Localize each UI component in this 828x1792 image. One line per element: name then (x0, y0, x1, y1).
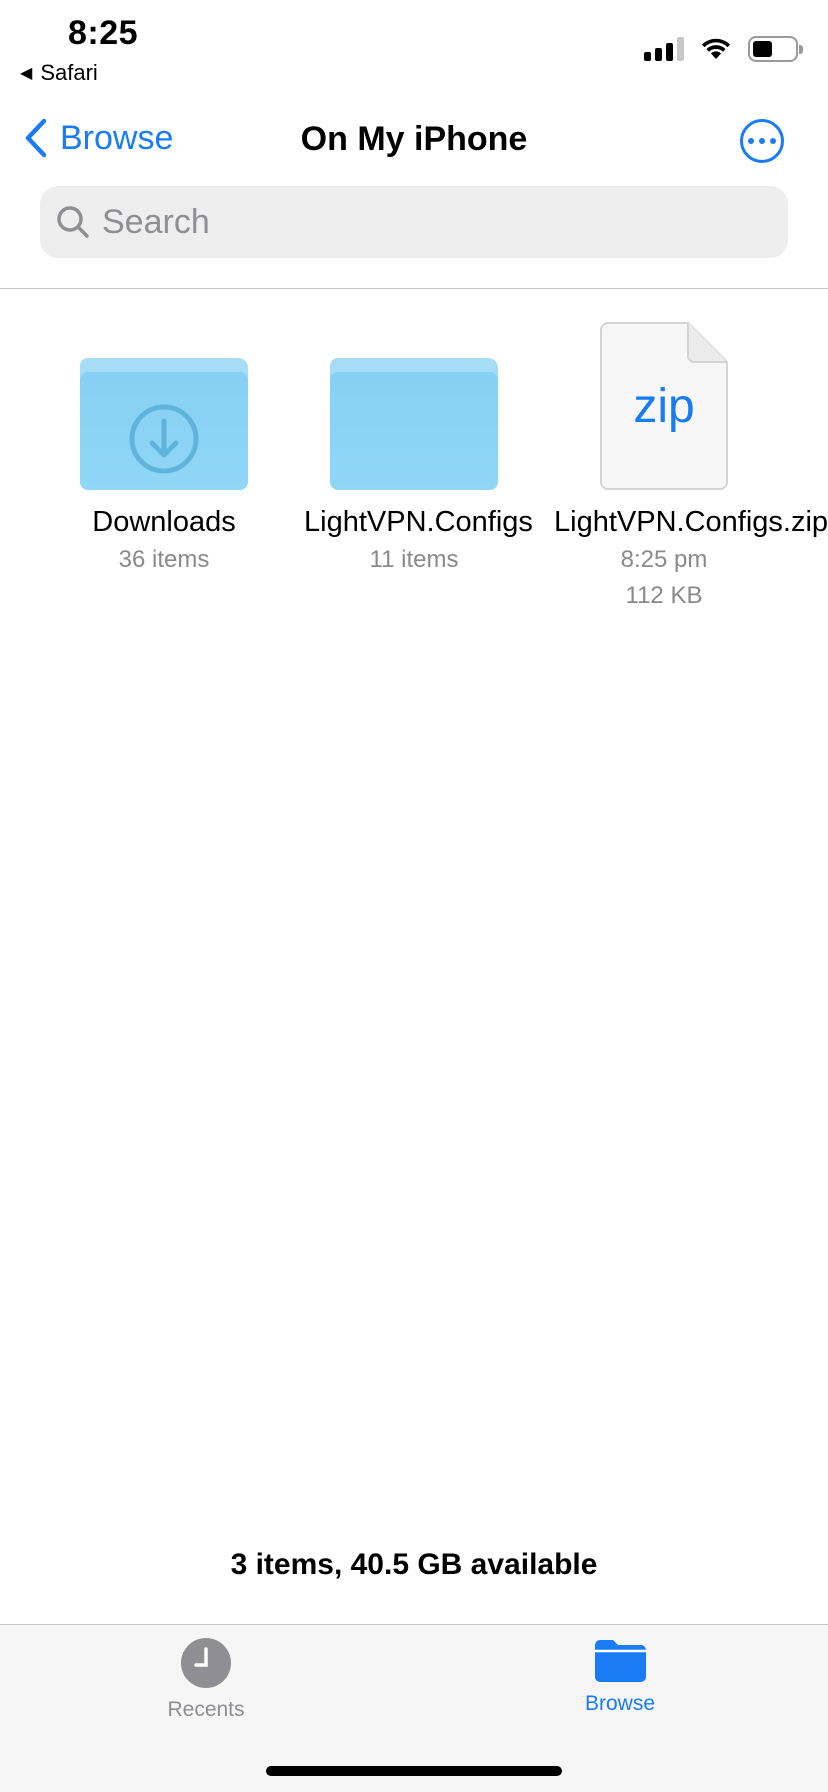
file-item-downloads[interactable]: Downloads 36 items (54, 312, 274, 578)
tab-label: Recents (167, 1698, 245, 1721)
more-options-button[interactable] (740, 119, 784, 163)
folder-icon (304, 312, 524, 490)
home-indicator[interactable] (266, 1766, 562, 1776)
status-time: 8:25 (68, 14, 139, 52)
item-date: 8:25 pm (620, 546, 708, 573)
wifi-icon (702, 38, 730, 59)
page-title: On My iPhone (300, 120, 528, 158)
tab-browse[interactable]: Browse (540, 1637, 700, 1716)
file-item-lightvpn-configs-folder[interactable]: LightVPN.Configs 11 items (304, 312, 533, 578)
status-icons (644, 36, 803, 62)
folder-fill-icon (595, 1640, 646, 1682)
clock-icon (181, 1638, 231, 1688)
item-name: Downloads (92, 506, 236, 538)
header-divider (0, 288, 828, 289)
search-icon (57, 206, 89, 238)
zip-file-icon: zip (554, 312, 774, 490)
search-bar[interactable] (40, 186, 788, 258)
item-count: 11 items (369, 546, 459, 573)
battery-icon (748, 36, 803, 62)
tab-label: Browse (584, 1692, 656, 1715)
item-size: 112 KB (625, 582, 703, 609)
download-folder-icon (54, 312, 274, 490)
item-count: 36 items (118, 546, 210, 573)
item-name: LightVPN.Configs (304, 506, 533, 538)
zip-badge-text: zip (633, 380, 694, 433)
item-name: LightVPN.Configs.zip (554, 506, 828, 538)
files-app-screen: 8:25 ◀ Safari Browse On My iPhone Search… (0, 0, 828, 1792)
file-item-lightvpn-configs-zip[interactable]: zip LightVPN.Configs.zip 8:25 pm 112 KB (554, 312, 828, 614)
back-app-label: Safari (40, 60, 98, 85)
storage-status: 3 items, 40.5 GB available (230, 1548, 598, 1581)
tab-recents[interactable]: Recents (126, 1637, 286, 1722)
back-triangle-icon: ◀ (20, 65, 33, 82)
ellipsis-icon (748, 138, 754, 144)
back-to-app-link[interactable]: ◀ Safari (20, 60, 98, 86)
cellular-signal-icon (644, 37, 684, 61)
search-input[interactable] (102, 202, 702, 242)
